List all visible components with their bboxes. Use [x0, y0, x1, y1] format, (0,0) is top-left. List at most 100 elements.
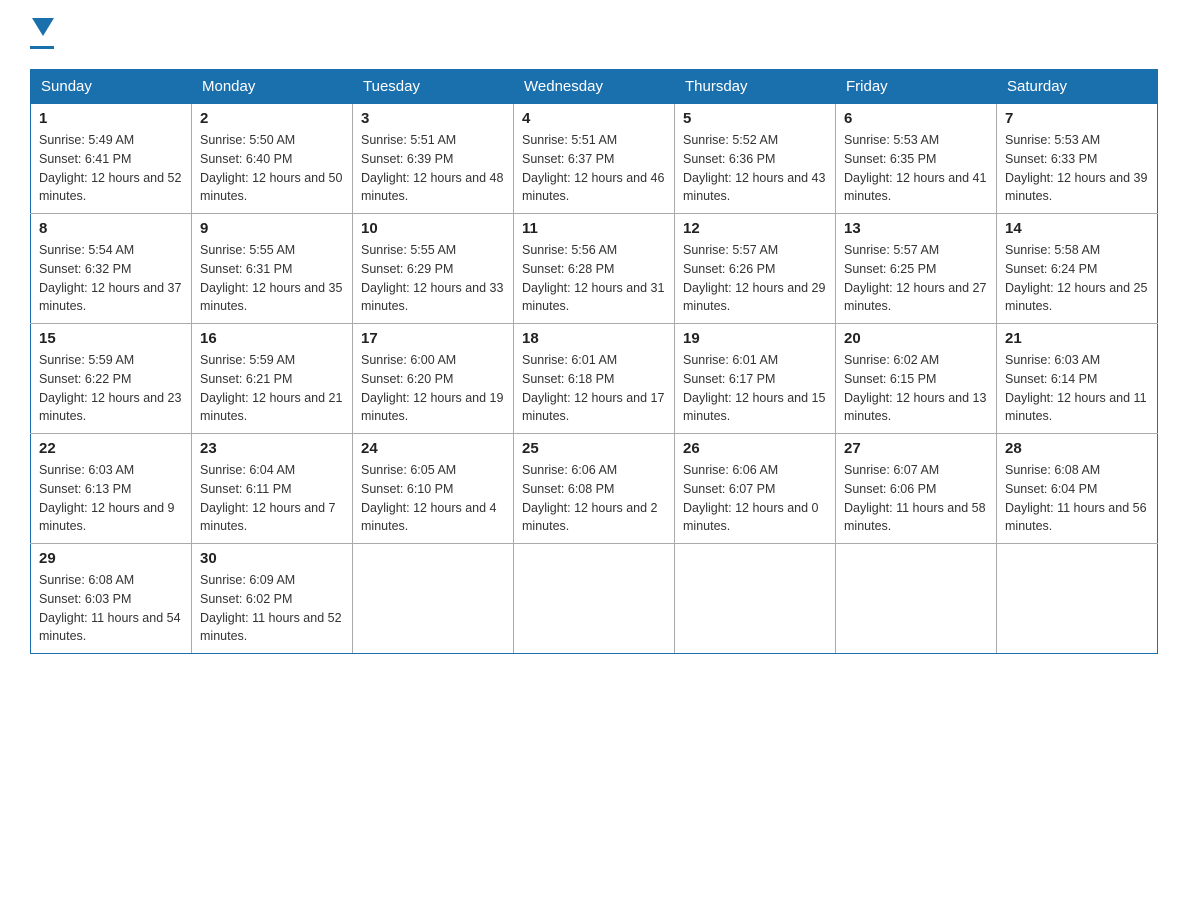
day-number: 21	[1005, 330, 1149, 347]
day-info: Sunrise: 6:09 AMSunset: 6:02 PMDaylight:…	[200, 571, 344, 646]
calendar-table: SundayMondayTuesdayWednesdayThursdayFrid…	[30, 69, 1158, 654]
day-number: 1	[39, 110, 183, 127]
day-number: 12	[683, 220, 827, 237]
day-info: Sunrise: 5:53 AMSunset: 6:35 PMDaylight:…	[844, 131, 988, 206]
calendar-cell: 21 Sunrise: 6:03 AMSunset: 6:14 PMDayligh…	[997, 324, 1158, 434]
calendar-cell: 27 Sunrise: 6:07 AMSunset: 6:06 PMDayligh…	[836, 434, 997, 544]
calendar-cell: 8 Sunrise: 5:54 AMSunset: 6:32 PMDaylight…	[31, 214, 192, 324]
calendar-cell: 23Sunrise: 6:04 AMSunset: 6:11 PMDayligh…	[192, 434, 353, 544]
calendar-cell	[353, 544, 514, 654]
day-number: 27	[844, 440, 988, 457]
calendar-cell	[514, 544, 675, 654]
calendar-cell: 25 Sunrise: 6:06 AMSunset: 6:08 PMDayligh…	[514, 434, 675, 544]
weekday-header-tuesday: Tuesday	[353, 70, 514, 104]
day-info: Sunrise: 6:06 AMSunset: 6:08 PMDaylight:…	[522, 461, 666, 536]
week-row-2: 8 Sunrise: 5:54 AMSunset: 6:32 PMDaylight…	[31, 214, 1158, 324]
day-number: 15	[39, 330, 183, 347]
day-number: 18	[522, 330, 666, 347]
calendar-cell: 4 Sunrise: 5:51 AMSunset: 6:37 PMDaylight…	[514, 104, 675, 214]
weekday-header-monday: Monday	[192, 70, 353, 104]
day-info: Sunrise: 5:52 AMSunset: 6:36 PMDaylight:…	[683, 131, 827, 206]
day-number: 24	[361, 440, 505, 457]
day-info: Sunrise: 6:07 AMSunset: 6:06 PMDaylight:…	[844, 461, 988, 536]
day-number: 20	[844, 330, 988, 347]
day-info: Sunrise: 5:53 AMSunset: 6:33 PMDaylight:…	[1005, 131, 1149, 206]
calendar-cell: 11 Sunrise: 5:56 AMSunset: 6:28 PMDayligh…	[514, 214, 675, 324]
day-number: 19	[683, 330, 827, 347]
weekday-header-saturday: Saturday	[997, 70, 1158, 104]
day-info: Sunrise: 6:00 AMSunset: 6:20 PMDaylight:…	[361, 351, 505, 426]
day-number: 25	[522, 440, 666, 457]
week-row-5: 29 Sunrise: 6:08 AMSunset: 6:03 PMDayligh…	[31, 544, 1158, 654]
day-number: 14	[1005, 220, 1149, 237]
logo	[30, 20, 54, 49]
day-info: Sunrise: 6:01 AMSunset: 6:17 PMDaylight:…	[683, 351, 827, 426]
day-number: 30	[200, 550, 344, 567]
day-info: Sunrise: 6:02 AMSunset: 6:15 PMDaylight:…	[844, 351, 988, 426]
day-number: 28	[1005, 440, 1149, 457]
day-info: Sunrise: 5:54 AMSunset: 6:32 PMDaylight:…	[39, 241, 183, 316]
day-number: 22	[39, 440, 183, 457]
weekday-header-friday: Friday	[836, 70, 997, 104]
day-number: 3	[361, 110, 505, 127]
calendar-cell	[675, 544, 836, 654]
day-info: Sunrise: 6:06 AMSunset: 6:07 PMDaylight:…	[683, 461, 827, 536]
day-info: Sunrise: 5:59 AMSunset: 6:22 PMDaylight:…	[39, 351, 183, 426]
week-row-3: 15 Sunrise: 5:59 AMSunset: 6:22 PMDayligh…	[31, 324, 1158, 434]
calendar-cell: 12 Sunrise: 5:57 AMSunset: 6:26 PMDayligh…	[675, 214, 836, 324]
day-info: Sunrise: 6:04 AMSunset: 6:11 PMDaylight:…	[200, 461, 344, 536]
day-number: 7	[1005, 110, 1149, 127]
day-info: Sunrise: 6:08 AMSunset: 6:03 PMDaylight:…	[39, 571, 183, 646]
calendar-cell: 30 Sunrise: 6:09 AMSunset: 6:02 PMDayligh…	[192, 544, 353, 654]
day-number: 5	[683, 110, 827, 127]
day-info: Sunrise: 5:57 AMSunset: 6:26 PMDaylight:…	[683, 241, 827, 316]
day-number: 6	[844, 110, 988, 127]
day-info: Sunrise: 5:49 AMSunset: 6:41 PMDaylight:…	[39, 131, 183, 206]
day-number: 13	[844, 220, 988, 237]
day-number: 26	[683, 440, 827, 457]
day-info: Sunrise: 6:08 AMSunset: 6:04 PMDaylight:…	[1005, 461, 1149, 536]
day-info: Sunrise: 5:51 AMSunset: 6:39 PMDaylight:…	[361, 131, 505, 206]
day-number: 4	[522, 110, 666, 127]
day-number: 8	[39, 220, 183, 237]
calendar-cell: 17 Sunrise: 6:00 AMSunset: 6:20 PMDayligh…	[353, 324, 514, 434]
calendar-cell: 28 Sunrise: 6:08 AMSunset: 6:04 PMDayligh…	[997, 434, 1158, 544]
day-info: Sunrise: 5:55 AMSunset: 6:29 PMDaylight:…	[361, 241, 505, 316]
week-row-4: 22 Sunrise: 6:03 AMSunset: 6:13 PMDayligh…	[31, 434, 1158, 544]
calendar-cell: 16Sunrise: 5:59 AMSunset: 6:21 PMDayligh…	[192, 324, 353, 434]
logo-underline	[30, 46, 54, 49]
calendar-cell: 18 Sunrise: 6:01 AMSunset: 6:18 PMDayligh…	[514, 324, 675, 434]
day-info: Sunrise: 6:03 AMSunset: 6:14 PMDaylight:…	[1005, 351, 1149, 426]
calendar-cell: 9Sunrise: 5:55 AMSunset: 6:31 PMDaylight…	[192, 214, 353, 324]
weekday-header-sunday: Sunday	[31, 70, 192, 104]
day-number: 10	[361, 220, 505, 237]
day-info: Sunrise: 5:56 AMSunset: 6:28 PMDaylight:…	[522, 241, 666, 316]
calendar-cell: 29 Sunrise: 6:08 AMSunset: 6:03 PMDayligh…	[31, 544, 192, 654]
day-number: 16	[200, 330, 344, 347]
day-info: Sunrise: 6:03 AMSunset: 6:13 PMDaylight:…	[39, 461, 183, 536]
calendar-cell: 20 Sunrise: 6:02 AMSunset: 6:15 PMDayligh…	[836, 324, 997, 434]
day-number: 9	[200, 220, 344, 237]
day-info: Sunrise: 5:51 AMSunset: 6:37 PMDaylight:…	[522, 131, 666, 206]
day-number: 17	[361, 330, 505, 347]
week-row-1: 1 Sunrise: 5:49 AMSunset: 6:41 PMDaylight…	[31, 104, 1158, 214]
calendar-cell: 5 Sunrise: 5:52 AMSunset: 6:36 PMDaylight…	[675, 104, 836, 214]
calendar-cell: 13Sunrise: 5:57 AMSunset: 6:25 PMDayligh…	[836, 214, 997, 324]
calendar-cell	[836, 544, 997, 654]
day-info: Sunrise: 6:05 AMSunset: 6:10 PMDaylight:…	[361, 461, 505, 536]
calendar-cell: 26 Sunrise: 6:06 AMSunset: 6:07 PMDayligh…	[675, 434, 836, 544]
calendar-cell: 19 Sunrise: 6:01 AMSunset: 6:17 PMDayligh…	[675, 324, 836, 434]
logo-triangle-icon	[32, 18, 54, 40]
day-info: Sunrise: 6:01 AMSunset: 6:18 PMDaylight:…	[522, 351, 666, 426]
day-info: Sunrise: 5:50 AMSunset: 6:40 PMDaylight:…	[200, 131, 344, 206]
calendar-cell: 6 Sunrise: 5:53 AMSunset: 6:35 PMDaylight…	[836, 104, 997, 214]
day-number: 11	[522, 220, 666, 237]
weekday-header-thursday: Thursday	[675, 70, 836, 104]
day-number: 2	[200, 110, 344, 127]
header-row: SundayMondayTuesdayWednesdayThursdayFrid…	[31, 70, 1158, 104]
weekday-header-wednesday: Wednesday	[514, 70, 675, 104]
calendar-cell	[997, 544, 1158, 654]
calendar-cell: 22 Sunrise: 6:03 AMSunset: 6:13 PMDayligh…	[31, 434, 192, 544]
calendar-cell: 2 Sunrise: 5:50 AMSunset: 6:40 PMDaylight…	[192, 104, 353, 214]
day-number: 29	[39, 550, 183, 567]
